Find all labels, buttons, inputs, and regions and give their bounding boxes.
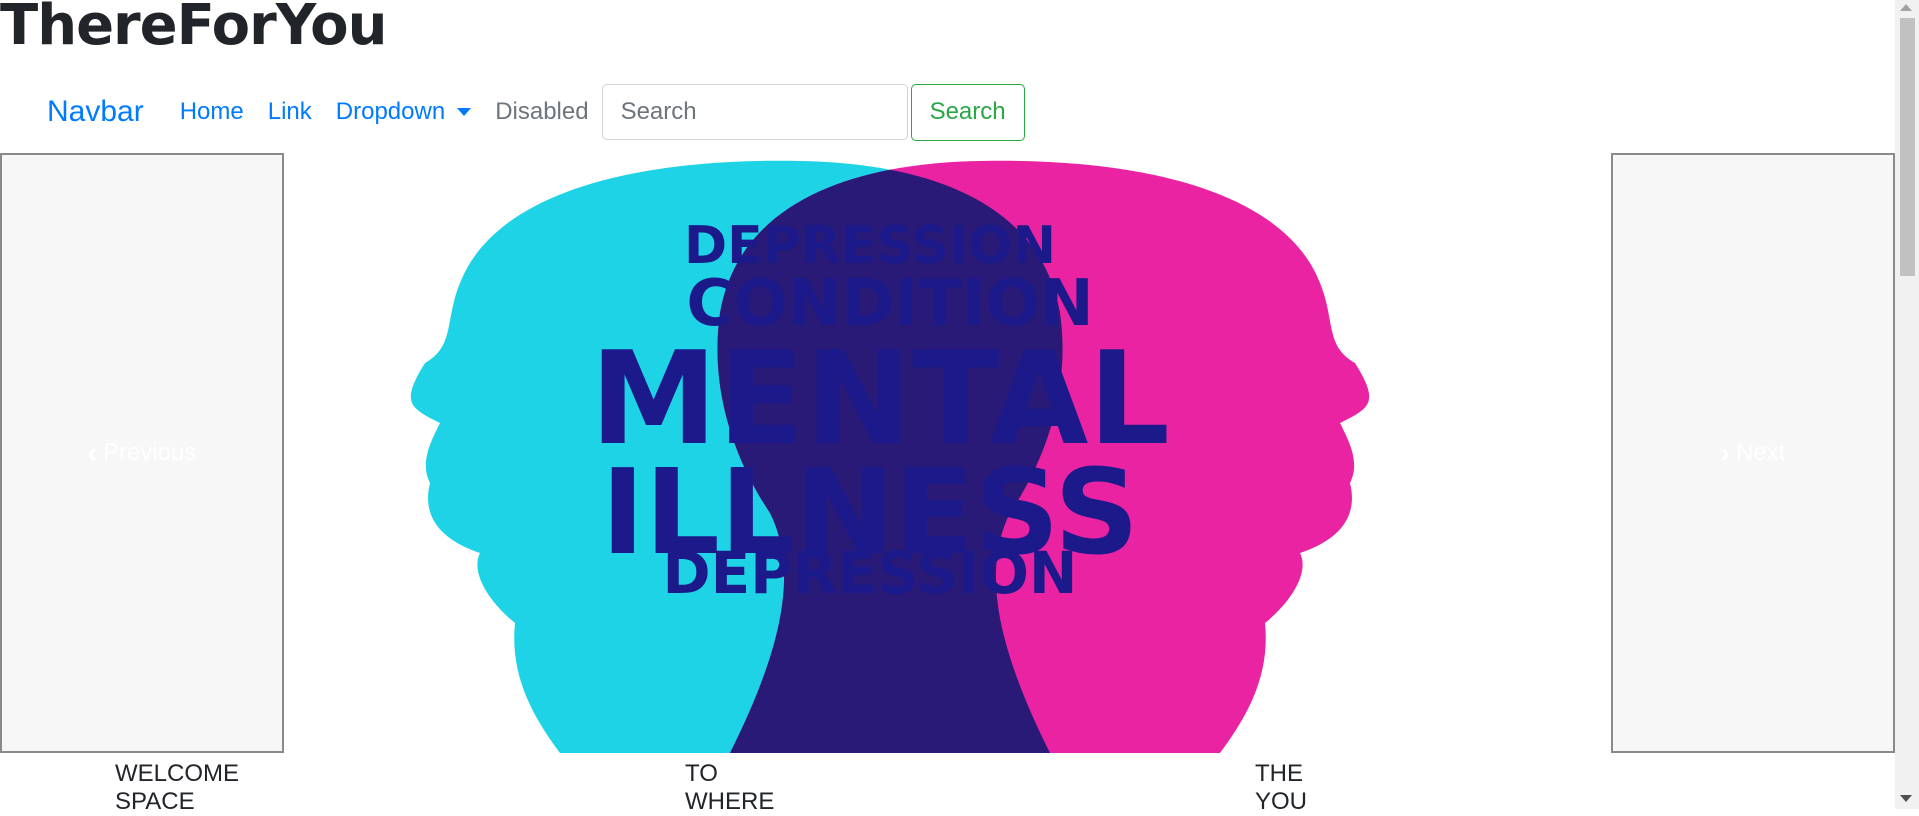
carousel-prev-label: Previous <box>102 439 197 466</box>
nav-link-link[interactable]: Link <box>268 98 312 126</box>
intro-column-line2: WHERE <box>685 788 775 815</box>
intro-column-line1: THE <box>1255 760 1303 787</box>
intro-column: THE YOU <box>1255 760 1307 816</box>
scroll-up-arrow-icon[interactable] <box>1900 4 1912 11</box>
carousel-next-button[interactable]: › Next <box>1611 153 1895 753</box>
carousel: DEPRESSION CONDITION MENTAL ILLNESS DEPR… <box>0 153 1895 753</box>
intro-column-line2: SPACE <box>115 788 195 815</box>
nav-dropdown-label: Dropdown <box>335 98 446 125</box>
intro-column: TO WHERE <box>685 760 774 816</box>
carousel-prev-button[interactable]: ‹ Previous <box>0 153 284 753</box>
navbar-brand[interactable]: Navbar <box>47 95 144 129</box>
site-title: ThereForYou <box>0 0 387 58</box>
mental-illness-image: DEPRESSION CONDITION MENTAL ILLNESS DEPR… <box>410 160 1370 753</box>
chevron-right-icon: › <box>1720 437 1730 468</box>
word-depression-bottom: DEPRESSION <box>663 539 1078 607</box>
intro-column: WELCOME SPACE <box>115 760 239 816</box>
nav-dropdown[interactable]: Dropdown <box>335 98 472 126</box>
nav-link-disabled: Disabled <box>495 98 589 125</box>
scroll-down-arrow-icon[interactable] <box>1900 795 1912 802</box>
scrollbar-thumb[interactable] <box>1900 18 1915 276</box>
intro-column-line1: WELCOME <box>115 760 240 787</box>
nav-link-home[interactable]: Home <box>180 98 244 126</box>
chevron-left-icon: ‹ <box>87 437 97 468</box>
search-button[interactable]: Search <box>910 83 1025 141</box>
intro-column-line2: YOU <box>1255 788 1308 815</box>
intro-column-line1: TO <box>685 760 718 787</box>
caret-down-icon <box>457 108 472 116</box>
carousel-next-label: Next <box>1735 439 1786 466</box>
navbar: Navbar Home Link Dropdown Disabled Searc… <box>47 83 1025 141</box>
search-input[interactable]: Search <box>601 84 908 140</box>
